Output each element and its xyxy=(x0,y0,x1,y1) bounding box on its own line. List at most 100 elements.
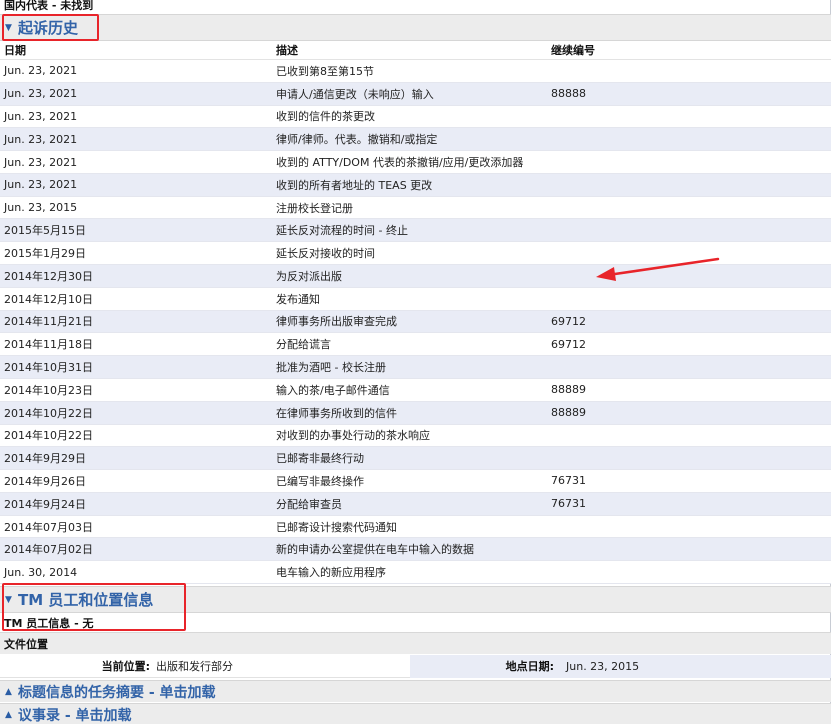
proceedings-title: 议事录 - 单击加载 xyxy=(18,707,132,724)
cell-date: Jun. 23, 2015 xyxy=(4,201,78,215)
staff-info-label: TM 员工信息 - 无 xyxy=(4,617,94,630)
prosecution-history-header[interactable]: ▼ 起诉历史 xyxy=(0,14,831,41)
prosecution-history-title: 起诉历史 xyxy=(18,19,79,37)
table-row: 2014年11月21日 律师事务所出版审查完成 69712 xyxy=(0,310,831,334)
triangle-up-icon: ▲ xyxy=(5,709,12,720)
cell-description: 输入的茶/电子邮件通信 xyxy=(276,383,390,397)
table-row: 2014年07月03日 已邮寄设计搜索代码通知 xyxy=(0,515,831,539)
table-row: 2014年10月22日 对收到的办事处行动的茶水响应 xyxy=(0,424,831,448)
cell-description: 已收到第8至第15节 xyxy=(276,64,374,78)
location-date-label: 地点日期: xyxy=(505,660,554,673)
cell-description: 在律师事务所收到的信件 xyxy=(276,406,397,420)
table-row: Jun. 23, 2021 收到的所有者地址的 TEAS 更改 xyxy=(0,173,831,197)
table-row: Jun. 23, 2021 收到的信件的茶更改 xyxy=(0,105,831,129)
cell-description: 已编写非最终操作 xyxy=(276,474,364,488)
cell-description: 为反对派出版 xyxy=(276,269,342,283)
table-row: Jun. 23, 2015 注册校长登记册 xyxy=(0,196,831,220)
file-location-bar: 文件位置 xyxy=(0,632,831,654)
cell-date: 2014年12月30日 xyxy=(4,269,93,283)
cell-date: Jun. 23, 2021 xyxy=(4,109,78,123)
file-location-label: 文件位置 xyxy=(4,637,48,651)
cell-date: Jun. 23, 2021 xyxy=(4,64,78,78)
cell-description: 批准为酒吧 - 校长注册 xyxy=(276,361,386,375)
table-body: Jun. 23, 2021 已收到第8至第15节 Jun. 23, 2021 申请人/… xyxy=(0,60,831,584)
proceedings-header[interactable]: ▲ 议事录 - 单击加载 xyxy=(0,703,831,724)
current-location-value: 出版和发行部分 xyxy=(156,660,233,673)
assignment-summary-title: 标题信息的任务摘要 - 单击加载 xyxy=(18,684,216,701)
cell-date: 2014年10月22日 xyxy=(4,429,93,443)
cell-description: 已邮寄非最终行动 xyxy=(276,452,364,466)
cell-description: 律师事务所出版审查完成 xyxy=(276,315,397,329)
cell-date: Jun. 23, 2021 xyxy=(4,87,78,101)
table-row: 2014年10月22日 在律师事务所收到的信件 88889 xyxy=(0,401,831,425)
table-row: 2015年5月15日 延长反对流程的时间 - 终止 xyxy=(0,219,831,243)
cell-proceeding-number: 88889 xyxy=(551,406,586,420)
cell-proceeding-number: 88889 xyxy=(551,383,586,397)
cell-date: 2014年10月22日 xyxy=(4,406,93,420)
table-row: Jun. 23, 2021 律师/律师。代表。撤销和/或指定 xyxy=(0,128,831,152)
current-location-label: 当前位置: xyxy=(101,660,150,673)
cell-date: 2014年9月29日 xyxy=(4,452,86,466)
cell-date: Jun. 23, 2021 xyxy=(4,178,78,192)
domestic-representative-note: 国内代表 - 未找到 xyxy=(4,0,94,12)
cell-date: 2014年07月03日 xyxy=(4,520,93,534)
table-row: 2014年10月31日 批准为酒吧 - 校长注册 xyxy=(0,356,831,379)
cell-proceeding-number: 76731 xyxy=(551,497,586,511)
cell-description: 申请人/通信更改（未响应）输入 xyxy=(276,87,434,101)
cell-description: 注册校长登记册 xyxy=(276,201,353,215)
cell-date: 2015年5月15日 xyxy=(4,224,86,238)
table-row: 2014年9月26日 已编写非最终操作 76731 xyxy=(0,470,831,493)
column-header-description: 描述 xyxy=(276,44,298,57)
cell-date: 2014年11月18日 xyxy=(4,338,93,352)
table-row: 2014年10月23日 输入的茶/电子邮件通信 88889 xyxy=(0,378,831,402)
table-row: 2014年9月29日 已邮寄非最终行动 xyxy=(0,447,831,471)
table-header: 日期 描述 继续编号 xyxy=(0,41,831,60)
location-row: 当前位置: 出版和发行部分 地点日期: Jun. 23, 2015 xyxy=(0,654,831,678)
cell-description: 分配给谎言 xyxy=(276,338,331,352)
location-date-cell: 地点日期: Jun. 23, 2015 xyxy=(410,654,831,678)
triangle-down-icon: ▼ xyxy=(5,22,12,33)
staff-location-header[interactable]: ▼ TM 员工和位置信息 xyxy=(0,586,831,613)
cell-description: 收到的信件的茶更改 xyxy=(276,110,375,124)
cell-date: 2015年1月29日 xyxy=(4,247,86,261)
cell-date: 2014年10月23日 xyxy=(4,383,93,397)
cell-date: 2014年10月31日 xyxy=(4,361,93,375)
table-row: Jun. 23, 2021 已收到第8至第15节 xyxy=(0,60,831,83)
cell-date: 2014年11月21日 xyxy=(4,315,93,329)
cell-proceeding-number: 76731 xyxy=(551,474,586,488)
table-row: 2014年11月18日 分配给谎言 69712 xyxy=(0,333,831,357)
table-row: 2014年12月30日 为反对派出版 xyxy=(0,265,831,288)
table-row: Jun. 23, 2021 收到的 ATTY/DOM 代表的茶撤销/应用/更改添加… xyxy=(0,151,831,174)
prosecution-history-table: 日期 描述 继续编号 Jun. 23, 2021 已收到第8至第15节 Jun. 2… xyxy=(0,41,831,584)
cell-description: 律师/律师。代表。撤销和/或指定 xyxy=(276,133,438,147)
cell-description: 收到的所有者地址的 TEAS 更改 xyxy=(276,178,433,192)
staff-location-title: TM 员工和位置信息 xyxy=(18,591,154,609)
current-location-cell: 当前位置: 出版和发行部分 xyxy=(0,658,410,674)
cell-proceeding-number: 88888 xyxy=(551,87,586,101)
cell-description: 分配给审查员 xyxy=(276,497,342,511)
triangle-up-icon: ▲ xyxy=(5,686,12,697)
cell-description: 对收到的办事处行动的茶水响应 xyxy=(276,429,430,443)
table-row: 2014年9月24日 分配给审查员 76731 xyxy=(0,492,831,516)
column-header-date: 日期 xyxy=(4,44,26,57)
table-row: 2014年07月02日 新的申请办公室提供在电车中输入的数据 xyxy=(0,538,831,562)
table-row: Jun. 30, 2014 电车输入的新应用程序 xyxy=(0,561,831,584)
cell-description: 已邮寄设计搜索代码通知 xyxy=(276,520,397,534)
triangle-down-icon: ▼ xyxy=(5,594,12,605)
cell-proceeding-number: 69712 xyxy=(551,314,586,328)
cell-description: 延长反对流程的时间 - 终止 xyxy=(276,224,408,238)
assignment-summary-header[interactable]: ▲ 标题信息的任务摘要 - 单击加载 xyxy=(0,680,831,702)
cell-description: 发布通知 xyxy=(276,292,320,306)
cell-description: 电车输入的新应用程序 xyxy=(276,566,386,580)
table-row: 2014年12月10日 发布通知 xyxy=(0,287,831,311)
cell-date: Jun. 30, 2014 xyxy=(4,565,78,579)
cell-date: Jun. 23, 2021 xyxy=(4,132,78,146)
table-row: 2015年1月29日 延长反对接收的时间 xyxy=(0,242,831,266)
cell-date: 2014年9月26日 xyxy=(4,474,86,488)
cell-description: 收到的 ATTY/DOM 代表的茶撤销/应用/更改添加器 xyxy=(276,156,524,170)
cell-description: 延长反对接收的时间 xyxy=(276,247,375,261)
cell-date: 2014年12月10日 xyxy=(4,292,93,306)
trademark-status-page: 国内代表 - 未找到 ▼ 起诉历史 日期 描述 继续编号 Jun. 23, 20… xyxy=(0,0,831,724)
cell-date: 2014年07月02日 xyxy=(4,543,93,557)
cell-proceeding-number: 69712 xyxy=(551,337,586,351)
